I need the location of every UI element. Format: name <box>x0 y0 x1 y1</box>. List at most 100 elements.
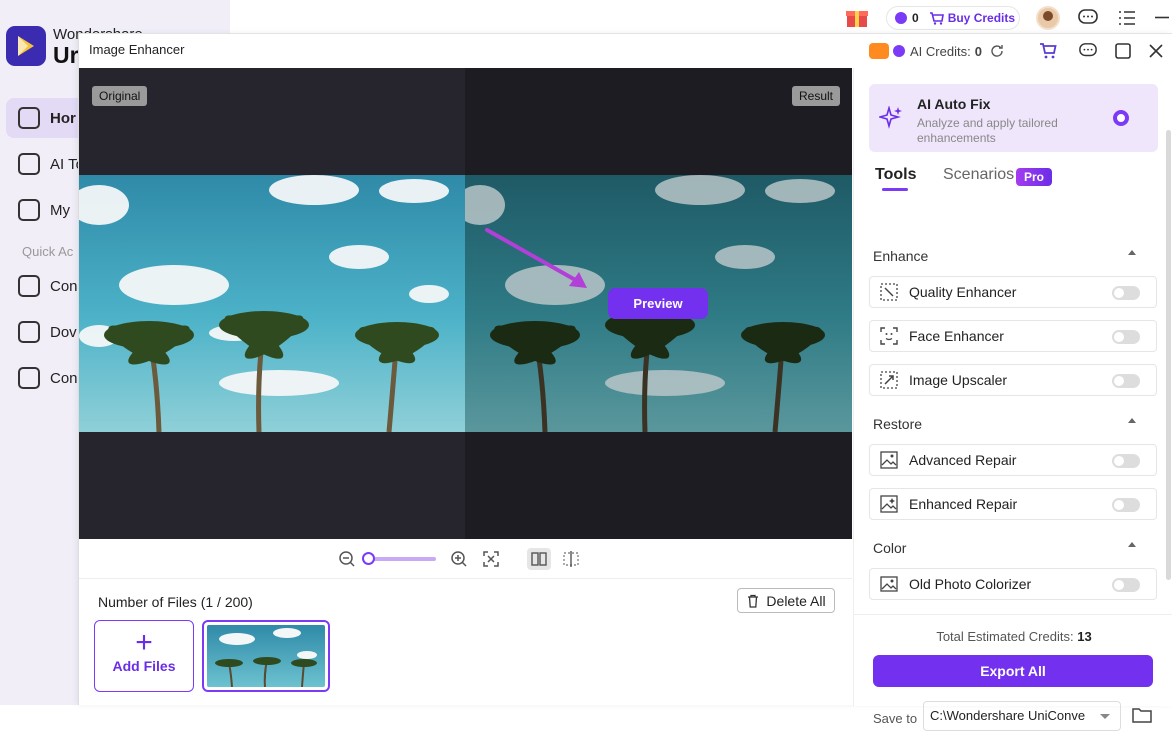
old-photo-colorizer-toggle[interactable] <box>1112 578 1140 592</box>
image-upscaler-icon <box>880 371 898 389</box>
preview-button[interactable]: Preview <box>608 288 708 319</box>
panel-scrollbar[interactable] <box>1166 130 1171 580</box>
gift-icon[interactable] <box>845 6 869 28</box>
file-thumbnail[interactable] <box>202 620 330 692</box>
zoom-slider-handle[interactable] <box>362 552 375 565</box>
buy-credits-button[interactable]: Buy Credits <box>948 11 1015 25</box>
side-by-side-view-button[interactable] <box>527 548 551 570</box>
add-files-label: Add Files <box>112 658 176 674</box>
menu-icon[interactable] <box>1118 10 1136 26</box>
tool-advanced-repair[interactable]: Advanced Repair <box>869 444 1157 476</box>
image-upscaler-toggle[interactable] <box>1112 374 1140 388</box>
avatar[interactable] <box>1036 6 1060 30</box>
converter-icon <box>18 275 40 297</box>
section-enhance-heading: Enhance <box>873 248 929 264</box>
cart-icon <box>929 11 944 25</box>
tool-label: Advanced Repair <box>909 452 1017 468</box>
side-by-side-view-icon <box>531 552 547 566</box>
quick-access-heading: Quick Ac <box>22 244 74 259</box>
save-path-select[interactable]: C:\Wondershare UniConve <box>923 701 1121 731</box>
tool-enhanced-repair[interactable]: Enhanced Repair <box>869 488 1157 520</box>
pro-badge: Pro <box>1016 168 1052 186</box>
sidebar-item-label: Hor <box>50 109 76 127</box>
result-label: Result <box>791 86 840 106</box>
tool-image-upscaler[interactable]: Image Upscaler <box>869 364 1157 396</box>
tool-quality-enhancer[interactable]: Quality Enhancer <box>869 276 1157 308</box>
section-restore-heading: Restore <box>873 416 923 432</box>
old-photo-colorizer-icon <box>880 576 898 592</box>
tab-active-indicator <box>882 188 908 191</box>
home-icon <box>18 107 40 129</box>
preview-area: Original Result Preview <box>79 68 852 539</box>
original-image <box>79 175 465 432</box>
window-title: Image Enhancer <box>89 42 185 57</box>
arrow-annotation-icon <box>485 228 587 288</box>
sidebar-item-label: Dov <box>50 323 77 341</box>
enhanced-repair-toggle[interactable] <box>1112 498 1140 512</box>
zoom-slider-track[interactable] <box>366 557 436 561</box>
split-view-icon <box>563 551 579 567</box>
fit-screen-icon[interactable] <box>482 550 500 568</box>
zoom-in-icon[interactable] <box>450 550 468 568</box>
brand-product: Ur <box>53 42 79 68</box>
my-files-icon <box>18 199 40 221</box>
cart-icon[interactable] <box>1039 42 1057 60</box>
thumbnail-image <box>207 625 325 687</box>
advanced-repair-toggle[interactable] <box>1112 454 1140 468</box>
delete-all-button[interactable]: Delete All <box>737 588 835 613</box>
quality-enhancer-icon <box>880 283 898 301</box>
zoom-out-icon[interactable] <box>338 550 356 568</box>
tool-label: Enhanced Repair <box>909 496 1018 512</box>
image-enhancer-window: Image Enhancer AI Credits: 0 Original Re… <box>78 33 1172 731</box>
ai-auto-fix-description: Analyze and apply tailored enhancements <box>917 116 1058 145</box>
close-icon[interactable] <box>1147 42 1165 60</box>
ai-auto-fix-option[interactable]: AI Auto Fix Analyze and apply tailored e… <box>869 84 1158 152</box>
tab-tools[interactable]: Tools <box>875 166 916 184</box>
ai-credits-indicator: AI Credits: 0 <box>869 43 1004 59</box>
split-view-button[interactable] <box>559 548 583 570</box>
minimize-icon[interactable] <box>1155 16 1169 19</box>
chat-icon[interactable] <box>1078 9 1098 27</box>
coin-icon <box>895 12 907 24</box>
collapse-caret-icon[interactable] <box>1128 250 1136 255</box>
total-credits-label: Total Estimated Credits: <box>936 629 1074 644</box>
ai-auto-fix-radio[interactable] <box>1113 110 1129 126</box>
chat-icon[interactable] <box>1079 42 1097 60</box>
refresh-icon[interactable] <box>990 44 1004 58</box>
app-logo <box>6 26 46 66</box>
advanced-repair-icon <box>880 451 898 469</box>
zoom-toolbar <box>79 539 852 579</box>
folder-icon[interactable] <box>1132 706 1152 724</box>
file-count-label: Number of Files (1 / 200) <box>98 594 253 610</box>
tool-face-enhancer[interactable]: Face Enhancer <box>869 320 1157 352</box>
total-credits-value: 13 <box>1077 629 1092 644</box>
add-files-button[interactable]: + Add Files <box>94 620 194 692</box>
tab-scenarios[interactable]: Scenarios <box>943 166 1014 184</box>
original-label: Original <box>92 86 148 106</box>
tool-old-photo-colorizer[interactable]: Old Photo Colorizer <box>869 568 1157 600</box>
compressor-icon <box>18 367 40 389</box>
export-all-button[interactable]: Export All <box>873 655 1153 687</box>
original-pane: Original <box>79 68 465 539</box>
settings-panel: AI Auto Fix Analyze and apply tailored e… <box>853 68 1172 731</box>
sidebar-item-label: My <box>50 201 70 219</box>
tool-label: Image Upscaler <box>909 372 1008 388</box>
collapse-caret-icon[interactable] <box>1128 542 1136 547</box>
face-enhancer-icon <box>880 327 898 345</box>
face-enhancer-toggle[interactable] <box>1112 330 1140 344</box>
sidebar-item-label: Con <box>50 277 78 295</box>
credits-pill[interactable]: 0 Buy Credits <box>886 6 1020 30</box>
collapse-caret-icon[interactable] <box>1128 418 1136 423</box>
sidebar-item-label: Con <box>50 369 78 387</box>
section-color-heading: Color <box>873 540 907 556</box>
quality-enhancer-toggle[interactable] <box>1112 286 1140 300</box>
downloader-icon <box>18 321 40 343</box>
ai-tools-icon <box>18 153 40 175</box>
ai-auto-fix-title: AI Auto Fix <box>917 96 991 112</box>
tool-label: Old Photo Colorizer <box>909 576 1032 592</box>
credit-badge-icon <box>869 43 889 59</box>
delete-all-label: Delete All <box>766 592 826 609</box>
tool-label: Face Enhancer <box>909 328 1004 344</box>
maximize-icon[interactable] <box>1114 42 1132 60</box>
sparkle-icon <box>879 106 902 129</box>
